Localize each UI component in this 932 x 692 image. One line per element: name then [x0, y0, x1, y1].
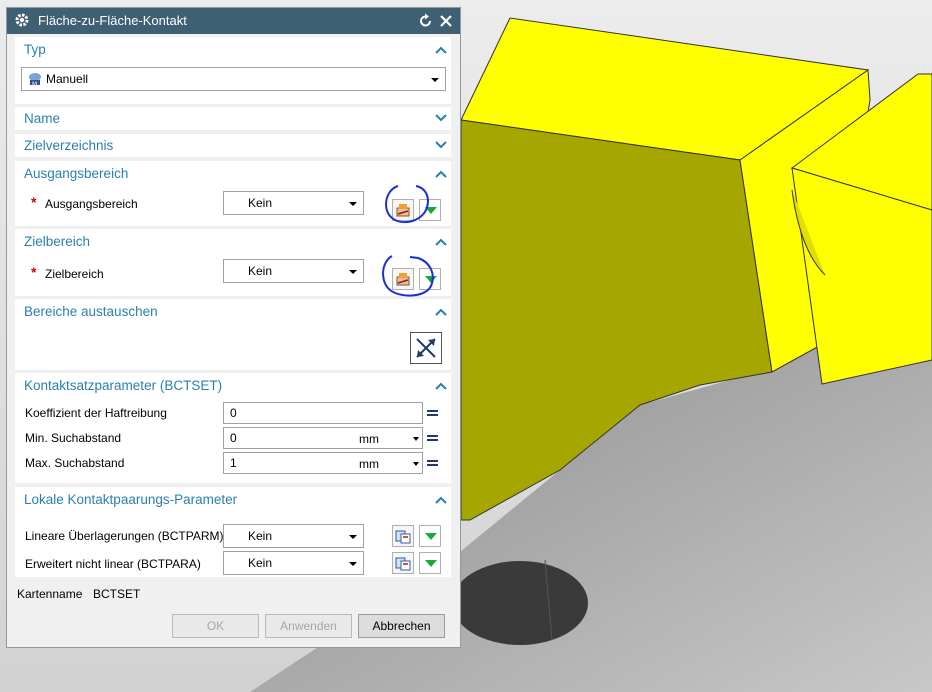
unit-label[interactable]: mm — [359, 457, 379, 471]
bctpara-dropdown[interactable]: Kein — [223, 551, 364, 575]
title-bar: Fläche-zu-Fläche-Kontakt — [7, 8, 460, 34]
collapse-icon[interactable] — [435, 237, 447, 247]
create-bctparm-button[interactable] — [392, 525, 414, 547]
green-dropdown-icon — [425, 207, 437, 214]
contact-dialog: Fläche-zu-Fläche-Kontakt Typ M Manuell N… — [6, 7, 461, 648]
equals-icon[interactable] — [427, 458, 439, 468]
min-suchabstand-value: 0 — [230, 431, 237, 445]
card-name-label: Kartenname — [17, 587, 83, 601]
select-region-icon — [396, 273, 410, 286]
lokal-label-bctpara: Erweitert nicht linear (BCTPARA) — [25, 557, 201, 571]
bctparm-value: Kein — [248, 529, 273, 543]
collapse-icon[interactable] — [435, 381, 447, 391]
type-value: Manuell — [46, 72, 89, 86]
collapse-icon[interactable] — [435, 495, 447, 505]
param-label-haftreibung: Koeffizient der Haftreibung — [25, 406, 167, 420]
section-lokal: Lokale Kontaktpaarungs-Parameter Lineare… — [15, 487, 451, 577]
ausgangsbereich-dropdown[interactable]: Kein — [223, 191, 364, 215]
required-marker: * — [31, 194, 37, 210]
chevron-down-icon[interactable] — [413, 437, 419, 441]
haftreibung-value: 0 — [230, 406, 237, 420]
section-zielbereich-title[interactable]: Zielbereich — [24, 234, 90, 249]
manual-contact-icon: M — [29, 73, 41, 87]
max-suchabstand-value: 1 — [230, 456, 237, 470]
bctparm-dropdown[interactable]: Kein — [223, 524, 364, 548]
expand-icon[interactable] — [435, 113, 447, 123]
required-marker: * — [31, 264, 37, 280]
expand-icon[interactable] — [435, 140, 447, 150]
dialog-title: Fläche-zu-Fläche-Kontakt — [38, 13, 187, 28]
select-region-button[interactable] — [392, 199, 414, 221]
create-bctpara-button[interactable] — [392, 552, 414, 574]
modeling-object-icon — [395, 557, 411, 571]
bctpara-value: Kein — [248, 556, 273, 570]
equals-icon[interactable] — [427, 408, 439, 418]
section-typ-title[interactable]: Typ — [24, 42, 46, 57]
chevron-down-icon — [349, 270, 357, 274]
select-region-icon — [396, 204, 410, 217]
haftreibung-input[interactable]: 0 — [223, 402, 423, 424]
bctparm-options-button[interactable] — [419, 525, 441, 547]
unit-label[interactable]: mm — [359, 432, 379, 446]
lokal-label-bctparm: Lineare Überlagerungen (BCTPARM) — [25, 529, 224, 543]
section-zielverzeichnis-title[interactable]: Zielverzeichnis — [24, 138, 113, 153]
bctpara-options-button[interactable] — [419, 552, 441, 574]
modeling-object-icon — [395, 530, 411, 544]
region-options-button[interactable] — [419, 199, 441, 221]
close-icon[interactable] — [438, 13, 454, 29]
green-dropdown-icon — [425, 533, 437, 540]
section-zielverzeichnis[interactable]: Zielverzeichnis — [15, 134, 451, 157]
reset-icon[interactable] — [418, 13, 434, 29]
max-suchabstand-input[interactable]: 1 mm — [223, 452, 423, 474]
section-zielbereich: Zielbereich * Zielbereich Kein — [15, 229, 451, 296]
equals-icon[interactable] — [427, 433, 439, 443]
section-name[interactable]: Name — [15, 107, 451, 130]
param-label-max-suchabstand: Max. Suchabstand — [25, 456, 125, 470]
section-typ: Typ M Manuell — [15, 37, 451, 104]
min-suchabstand-input[interactable]: 0 mm — [223, 427, 423, 449]
section-austauschen: Bereiche austauschen — [15, 299, 451, 370]
collapse-icon[interactable] — [435, 45, 447, 55]
zielbereich-label: Zielbereich — [45, 267, 104, 281]
apply-button[interactable]: Anwenden — [265, 614, 352, 638]
collapse-icon[interactable] — [435, 169, 447, 179]
chevron-down-icon[interactable] — [413, 462, 419, 466]
select-region-button[interactable] — [392, 268, 414, 290]
gear-icon — [15, 13, 29, 27]
chevron-down-icon — [349, 562, 357, 566]
zielbereich-dropdown[interactable]: Kein — [223, 259, 364, 283]
svg-text:M: M — [32, 81, 37, 87]
region-options-button[interactable] — [419, 268, 441, 290]
type-dropdown[interactable]: M Manuell — [21, 67, 446, 91]
section-ausgangsbereich-title[interactable]: Ausgangsbereich — [24, 166, 128, 181]
chevron-down-icon — [431, 78, 439, 82]
ok-button[interactable]: OK — [172, 614, 259, 638]
section-austauschen-title[interactable]: Bereiche austauschen — [24, 304, 158, 319]
card-name-value: BCTSET — [93, 587, 141, 601]
plate-hole — [452, 561, 588, 645]
ausgangsbereich-label: Ausgangsbereich — [45, 197, 138, 211]
section-kontaktsatz: Kontaktsatzparameter (BCTSET) Koeffizien… — [15, 373, 451, 483]
param-label-min-suchabstand: Min. Suchabstand — [25, 431, 122, 445]
swap-regions-button[interactable] — [410, 332, 442, 364]
cancel-button[interactable]: Abbrechen — [358, 614, 445, 638]
green-dropdown-icon — [425, 276, 437, 283]
ausgangsbereich-value: Kein — [248, 196, 273, 210]
section-kontaktsatz-title[interactable]: Kontaktsatzparameter (BCTSET) — [24, 378, 222, 393]
swap-arrows-icon — [416, 338, 436, 358]
section-ausgangsbereich: Ausgangsbereich * Ausgangsbereich Kein — [15, 161, 451, 226]
zielbereich-value: Kein — [248, 264, 273, 278]
collapse-icon[interactable] — [435, 307, 447, 317]
green-dropdown-icon — [425, 560, 437, 567]
section-lokal-title[interactable]: Lokale Kontaktpaarungs-Parameter — [24, 492, 237, 507]
chevron-down-icon — [349, 202, 357, 206]
chevron-down-icon — [349, 535, 357, 539]
section-name-title[interactable]: Name — [24, 111, 60, 126]
